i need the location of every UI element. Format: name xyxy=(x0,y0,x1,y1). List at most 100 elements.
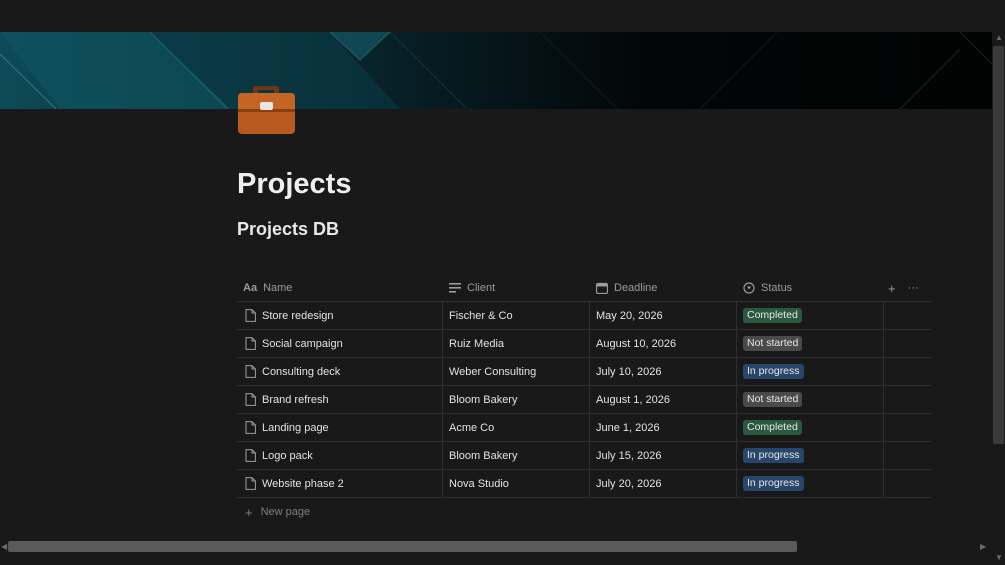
cell-name[interactable]: Website phase 2 xyxy=(237,470,443,497)
projects-table: Aa Name Client Deadline Status + ··· Sto… xyxy=(237,275,932,526)
row-deadline: August 10, 2026 xyxy=(596,337,677,350)
document-icon xyxy=(245,421,256,434)
row-deadline: May 20, 2026 xyxy=(596,309,663,322)
table-row[interactable]: Website phase 2 Nova Studio July 20, 2026 I… xyxy=(237,470,932,498)
status-badge: Not started xyxy=(743,392,803,407)
document-icon xyxy=(245,337,256,350)
cell-name[interactable]: Logo pack xyxy=(237,442,443,469)
status-badge: In progress xyxy=(743,364,804,379)
add-column-button[interactable]: + xyxy=(888,281,896,296)
scroll-left-icon[interactable]: ◀ xyxy=(1,542,7,551)
cell-client[interactable]: Bloom Bakery xyxy=(443,386,590,413)
row-client: Bloom Bakery xyxy=(449,393,518,406)
cell-empty[interactable] xyxy=(884,386,932,413)
document-icon xyxy=(245,449,256,462)
scroll-right-icon[interactable]: ▶ xyxy=(980,542,986,551)
table-row[interactable]: Social campaign Ruiz Media August 10, 2026… xyxy=(237,330,932,358)
cell-name[interactable]: Landing page xyxy=(237,414,443,441)
cell-deadline[interactable]: May 20, 2026 xyxy=(590,302,737,329)
cell-empty[interactable] xyxy=(884,302,932,329)
column-header-status[interactable]: Status xyxy=(737,275,884,301)
new-page-button[interactable]: + New page xyxy=(237,498,932,526)
cell-client[interactable]: Nova Studio xyxy=(443,470,590,497)
cell-deadline[interactable]: June 1, 2026 xyxy=(590,414,737,441)
cell-name[interactable]: Social campaign xyxy=(237,330,443,357)
cell-empty[interactable] xyxy=(884,442,932,469)
row-name: Website phase 2 xyxy=(262,477,344,490)
table-body: Store redesign Fischer & Co May 20, 2026 Co… xyxy=(237,302,932,498)
cell-deadline[interactable]: August 10, 2026 xyxy=(590,330,737,357)
cell-status[interactable]: Not started xyxy=(737,386,884,413)
column-header-name[interactable]: Aa Name xyxy=(237,275,443,301)
row-deadline: July 20, 2026 xyxy=(596,477,662,490)
row-client: Acme Co xyxy=(449,421,495,434)
cell-status[interactable]: Completed xyxy=(737,302,884,329)
title-property-icon: Aa xyxy=(243,282,258,294)
row-deadline: August 1, 2026 xyxy=(596,393,671,406)
status-badge: Completed xyxy=(743,420,802,435)
cell-empty[interactable] xyxy=(884,414,932,441)
page-title[interactable]: Projects xyxy=(237,165,351,203)
cell-name[interactable]: Store redesign xyxy=(237,302,443,329)
cell-status[interactable]: In progress xyxy=(737,442,884,469)
document-icon xyxy=(245,393,256,406)
plus-icon: + xyxy=(245,504,253,520)
cell-deadline[interactable]: July 20, 2026 xyxy=(590,470,737,497)
column-label: Status xyxy=(761,282,793,294)
cell-status[interactable]: Not started xyxy=(737,330,884,357)
scroll-down-icon[interactable]: ▼ xyxy=(995,553,1003,562)
cell-client[interactable]: Bloom Bakery xyxy=(443,442,590,469)
cell-empty[interactable] xyxy=(884,358,932,385)
row-name: Landing page xyxy=(262,421,329,434)
horizontal-scrollbar-thumb[interactable] xyxy=(8,541,797,552)
cell-empty[interactable] xyxy=(884,470,932,497)
cell-status[interactable]: In progress xyxy=(737,358,884,385)
document-icon xyxy=(245,477,256,490)
column-label: Deadline xyxy=(614,282,658,294)
table-row[interactable]: Logo pack Bloom Bakery July 15, 2026 In pro… xyxy=(237,442,932,470)
row-client: Bloom Bakery xyxy=(449,449,518,462)
table-row[interactable]: Consulting deck Weber Consulting July 10, … xyxy=(237,358,932,386)
status-badge: Completed xyxy=(743,308,802,323)
table-row[interactable]: Brand refresh Bloom Bakery August 1, 2026 N… xyxy=(237,386,932,414)
column-label: Client xyxy=(467,282,496,294)
column-header-client[interactable]: Client xyxy=(443,275,590,301)
cell-deadline[interactable]: August 1, 2026 xyxy=(590,386,737,413)
row-deadline: July 15, 2026 xyxy=(596,449,662,462)
table-row[interactable]: Landing page Acme Co June 1, 2026 Completed xyxy=(237,414,932,442)
cell-status[interactable]: Completed xyxy=(737,414,884,441)
cell-client[interactable]: Fischer & Co xyxy=(443,302,590,329)
document-icon xyxy=(245,309,256,322)
cell-client[interactable]: Weber Consulting xyxy=(443,358,590,385)
status-badge: Not started xyxy=(743,336,803,351)
table-row[interactable]: Store redesign Fischer & Co May 20, 2026 Co… xyxy=(237,302,932,330)
scroll-up-icon[interactable]: ▲ xyxy=(995,33,1003,42)
cell-name[interactable]: Consulting deck xyxy=(237,358,443,385)
cell-client[interactable]: Ruiz Media xyxy=(443,330,590,357)
header-actions: + ··· xyxy=(884,275,932,301)
column-label: Name xyxy=(263,282,293,294)
column-header-deadline[interactable]: Deadline xyxy=(590,275,737,301)
row-deadline: July 10, 2026 xyxy=(596,365,662,378)
document-icon xyxy=(245,365,256,378)
row-name: Logo pack xyxy=(262,449,313,462)
cell-deadline[interactable]: July 15, 2026 xyxy=(590,442,737,469)
row-client: Ruiz Media xyxy=(449,337,505,350)
cell-name[interactable]: Brand refresh xyxy=(237,386,443,413)
cell-empty[interactable] xyxy=(884,330,932,357)
more-options-button[interactable]: ··· xyxy=(908,282,919,294)
row-deadline: June 1, 2026 xyxy=(596,421,660,434)
cell-client[interactable]: Acme Co xyxy=(443,414,590,441)
cell-status[interactable]: In progress xyxy=(737,470,884,497)
cell-deadline[interactable]: July 10, 2026 xyxy=(590,358,737,385)
row-client: Fischer & Co xyxy=(449,309,513,322)
vertical-scrollbar-thumb[interactable] xyxy=(993,46,1004,444)
briefcase-icon[interactable] xyxy=(237,77,297,137)
database-title[interactable]: Projects DB xyxy=(237,217,339,241)
table-header: Aa Name Client Deadline Status + ··· xyxy=(237,275,932,302)
row-name: Brand refresh xyxy=(262,393,329,406)
row-name: Consulting deck xyxy=(262,365,341,378)
cover-image xyxy=(0,32,992,109)
status-badge: In progress xyxy=(743,448,804,463)
status-badge: In progress xyxy=(743,476,804,491)
